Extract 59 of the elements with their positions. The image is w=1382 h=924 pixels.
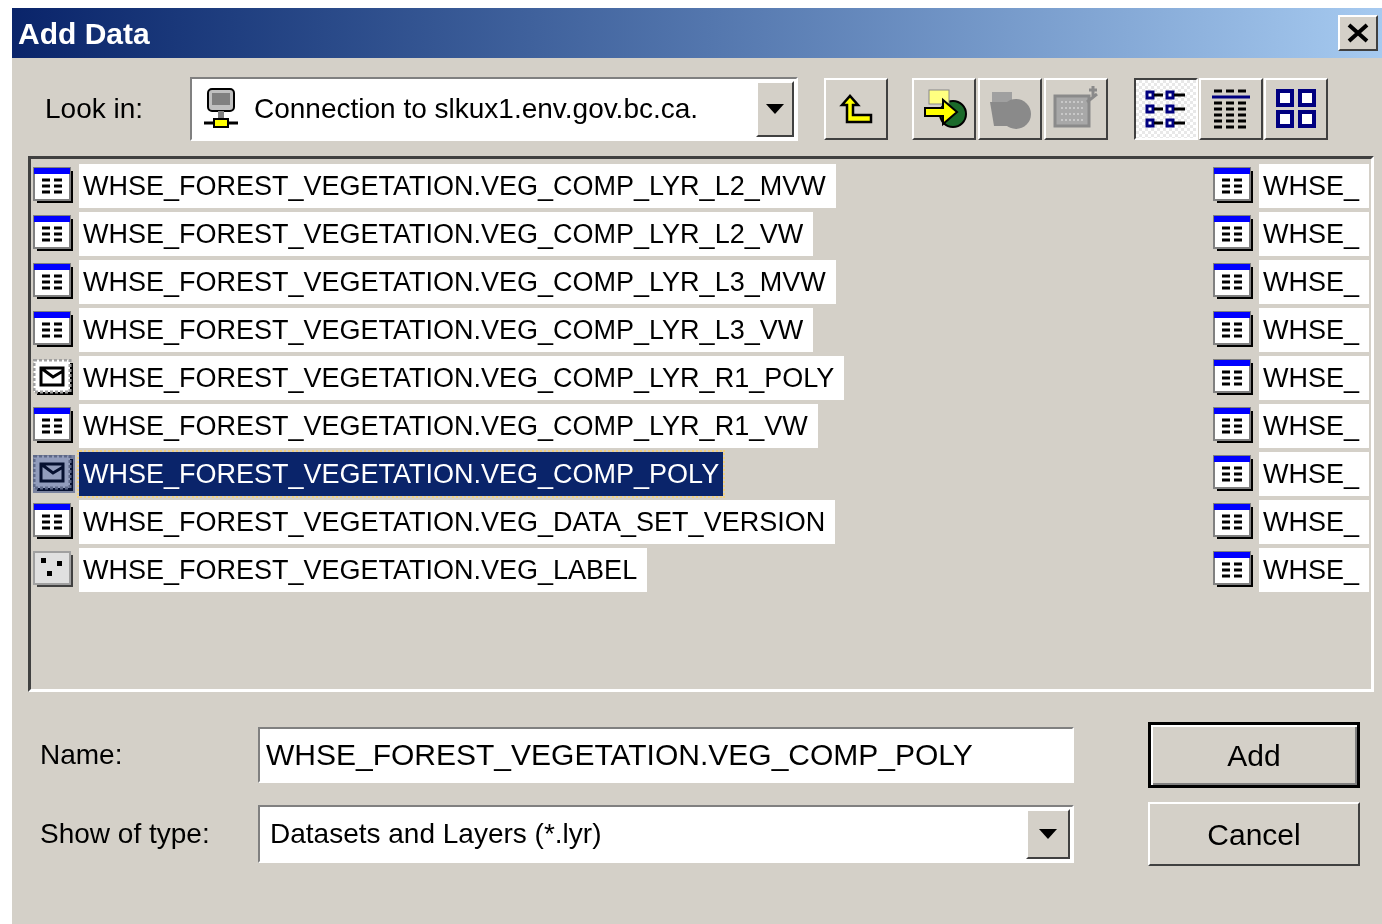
look-in-label: Look in:: [45, 92, 145, 126]
type-label: Show of type:: [40, 817, 211, 851]
file-item[interactable]: WHSE_: [1259, 260, 1370, 304]
file-item[interactable]: WHSE_FOREST_VEGETATION.VEG_COMP_LYR_R1_POLY: [79, 356, 845, 400]
type-dropdown[interactable]: Datasets and Layers (*.lyr): [258, 805, 1074, 863]
name-field[interactable]: WHSE_FOREST_VEGETATION.VEG_COMP_POLY: [258, 727, 1074, 783]
table-icon: [1213, 455, 1255, 493]
file-item[interactable]: WHSE_: [1259, 164, 1370, 208]
file-item[interactable]: WHSE_: [1259, 308, 1370, 352]
file-item[interactable]: WHSE_FOREST_VEGETATION.VEG_COMP_LYR_L3_MVW: [79, 260, 836, 304]
cancel-button[interactable]: Cancel: [1148, 802, 1360, 866]
table-icon: [33, 407, 75, 445]
table-icon: [33, 503, 75, 541]
details-view-icon: [1210, 88, 1252, 130]
up-arrow-icon: [838, 93, 874, 125]
table-icon: [33, 167, 75, 205]
list-view-button[interactable]: [1134, 78, 1198, 140]
look-in-value: Connection to slkux1.env.gov.bc.ca.: [254, 92, 700, 126]
file-item[interactable]: WHSE_FOREST_VEGETATION.VEG_COMP_POLY: [79, 452, 724, 496]
name-label: Name:: [40, 738, 124, 772]
table-icon: [33, 311, 75, 349]
close-icon: [1347, 23, 1369, 43]
type-value: Datasets and Layers (*.lyr): [270, 817, 603, 851]
table-icon: [33, 215, 75, 253]
look-in-dropdown[interactable]: Connection to slkux1.env.gov.bc.ca.: [190, 77, 798, 141]
dropdown-button[interactable]: [756, 81, 794, 137]
table-icon: [1213, 215, 1255, 253]
dropdown-button[interactable]: [1026, 809, 1070, 859]
caret-icon: [1039, 829, 1057, 839]
table-icon: [1213, 551, 1255, 589]
file-item[interactable]: WHSE_FOREST_VEGETATION.VEG_LABEL: [79, 548, 648, 592]
file-item[interactable]: WHSE_: [1259, 356, 1370, 400]
table-icon: [1213, 359, 1255, 397]
table-icon: [1213, 503, 1255, 541]
caret-icon: [766, 104, 784, 114]
thumbnails-view-icon: [1274, 88, 1318, 130]
thumbnails-view-button[interactable]: [1264, 78, 1328, 140]
file-item[interactable]: WHSE_: [1259, 404, 1370, 448]
table-icon: [1213, 311, 1255, 349]
up-folder-button[interactable]: [824, 78, 888, 140]
file-item[interactable]: WHSE_: [1259, 452, 1370, 496]
file-item[interactable]: WHSE_: [1259, 212, 1370, 256]
file-item[interactable]: WHSE_FOREST_VEGETATION.VEG_COMP_LYR_L2_VW: [79, 212, 814, 256]
close-button[interactable]: [1338, 15, 1378, 51]
details-view-button[interactable]: [1199, 78, 1263, 140]
add-button[interactable]: Add: [1148, 722, 1360, 788]
table-icon: [33, 263, 75, 301]
file-item[interactable]: WHSE_FOREST_VEGETATION.VEG_COMP_LYR_L3_VW: [79, 308, 814, 352]
file-item[interactable]: WHSE_: [1259, 548, 1370, 592]
point-layer-icon: [33, 551, 75, 589]
file-item[interactable]: WHSE_: [1259, 500, 1370, 544]
window-title: Add Data: [18, 15, 150, 52]
table-icon: [1213, 407, 1255, 445]
table-icon: [1213, 263, 1255, 301]
file-item[interactable]: WHSE_FOREST_VEGETATION.VEG_COMP_LYR_L2_MVW: [79, 164, 836, 208]
file-item[interactable]: WHSE_FOREST_VEGETATION.VEG_COMP_LYR_R1_VW: [79, 404, 818, 448]
connect-button[interactable]: [912, 78, 976, 140]
file-item[interactable]: WHSE_FOREST_VEGETATION.VEG_DATA_SET_VERSION: [79, 500, 836, 544]
table-icon: [1213, 167, 1255, 205]
